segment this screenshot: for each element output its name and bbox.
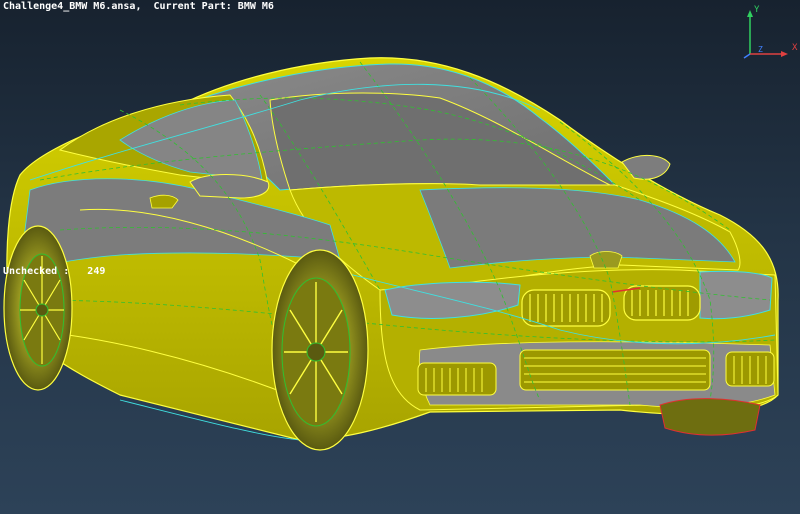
z-axis-line: [743, 53, 751, 59]
side-mirror-left: [189, 174, 270, 199]
far-wheel: [659, 398, 761, 436]
axis-triad-icon[interactable]: Y Z X: [736, 0, 800, 62]
unchecked-count: 249: [87, 266, 106, 277]
rear-wheel: [3, 225, 73, 391]
x-axis-arrow-icon: [781, 51, 788, 57]
3d-viewport[interactable]: Challenge4_BMW M6.ansa, Current Part: BM…: [0, 0, 800, 514]
viewport-title: Challenge4_BMW M6.ansa, Current Part: BM…: [3, 1, 274, 12]
z-axis-label: Z: [758, 45, 763, 54]
right-headlight: [699, 270, 773, 320]
x-axis-label: X: [792, 43, 798, 53]
unchecked-label: Unchecked :: [3, 266, 70, 277]
car-model-mesh[interactable]: [0, 0, 800, 514]
y-axis-arrow-icon: [747, 10, 753, 17]
unchecked-counter: Unchecked : 249: [3, 266, 105, 277]
y-axis-label: Y: [754, 5, 760, 15]
front-wheel: [271, 249, 369, 451]
hood-emblem: [589, 251, 623, 269]
door-handle: [149, 194, 179, 209]
